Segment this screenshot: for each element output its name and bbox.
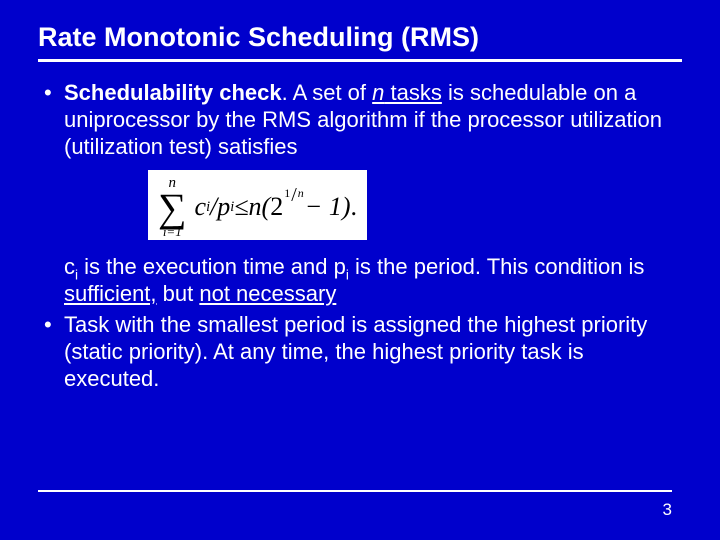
n-tasks: n [372, 80, 384, 105]
formula-expression: ci/pi ≤ n(21/n − 1). [189, 192, 357, 222]
bullet-item-1: • Schedulability check. A set of n tasks… [64, 80, 682, 160]
sigma-icon: ∑ [158, 191, 187, 225]
slide: Rate Monotonic Scheduling (RMS) • Schedu… [0, 0, 720, 393]
title-divider [38, 59, 682, 62]
para-text: ci is the execution time and pi is the p… [64, 254, 682, 308]
exponent-fraction: 1/n [284, 187, 304, 208]
footer-divider [38, 490, 672, 492]
bullet-dot: • [44, 80, 64, 160]
bullet-item-2: • Task with the smallest period is assig… [64, 312, 682, 392]
bullet-text-2: Task with the smallest period is assigne… [64, 312, 682, 392]
summation-symbol: n ∑ i=1 [158, 176, 187, 238]
bullet-text-1: Schedulability check. A set of n tasks i… [64, 80, 682, 160]
formula-box: n ∑ i=1 ci/pi ≤ n(21/n − 1). [148, 170, 367, 240]
formula-container: n ∑ i=1 ci/pi ≤ n(21/n − 1). [148, 170, 682, 240]
page-number: 3 [663, 500, 672, 520]
slide-title: Rate Monotonic Scheduling (RMS) [38, 22, 682, 53]
lead-bold: Schedulability check [64, 80, 282, 105]
para-after-formula: ci is the execution time and pi is the p… [64, 254, 682, 308]
bullet-dot: • [44, 312, 64, 392]
bullet-list: • Schedulability check. A set of n tasks… [38, 80, 682, 393]
